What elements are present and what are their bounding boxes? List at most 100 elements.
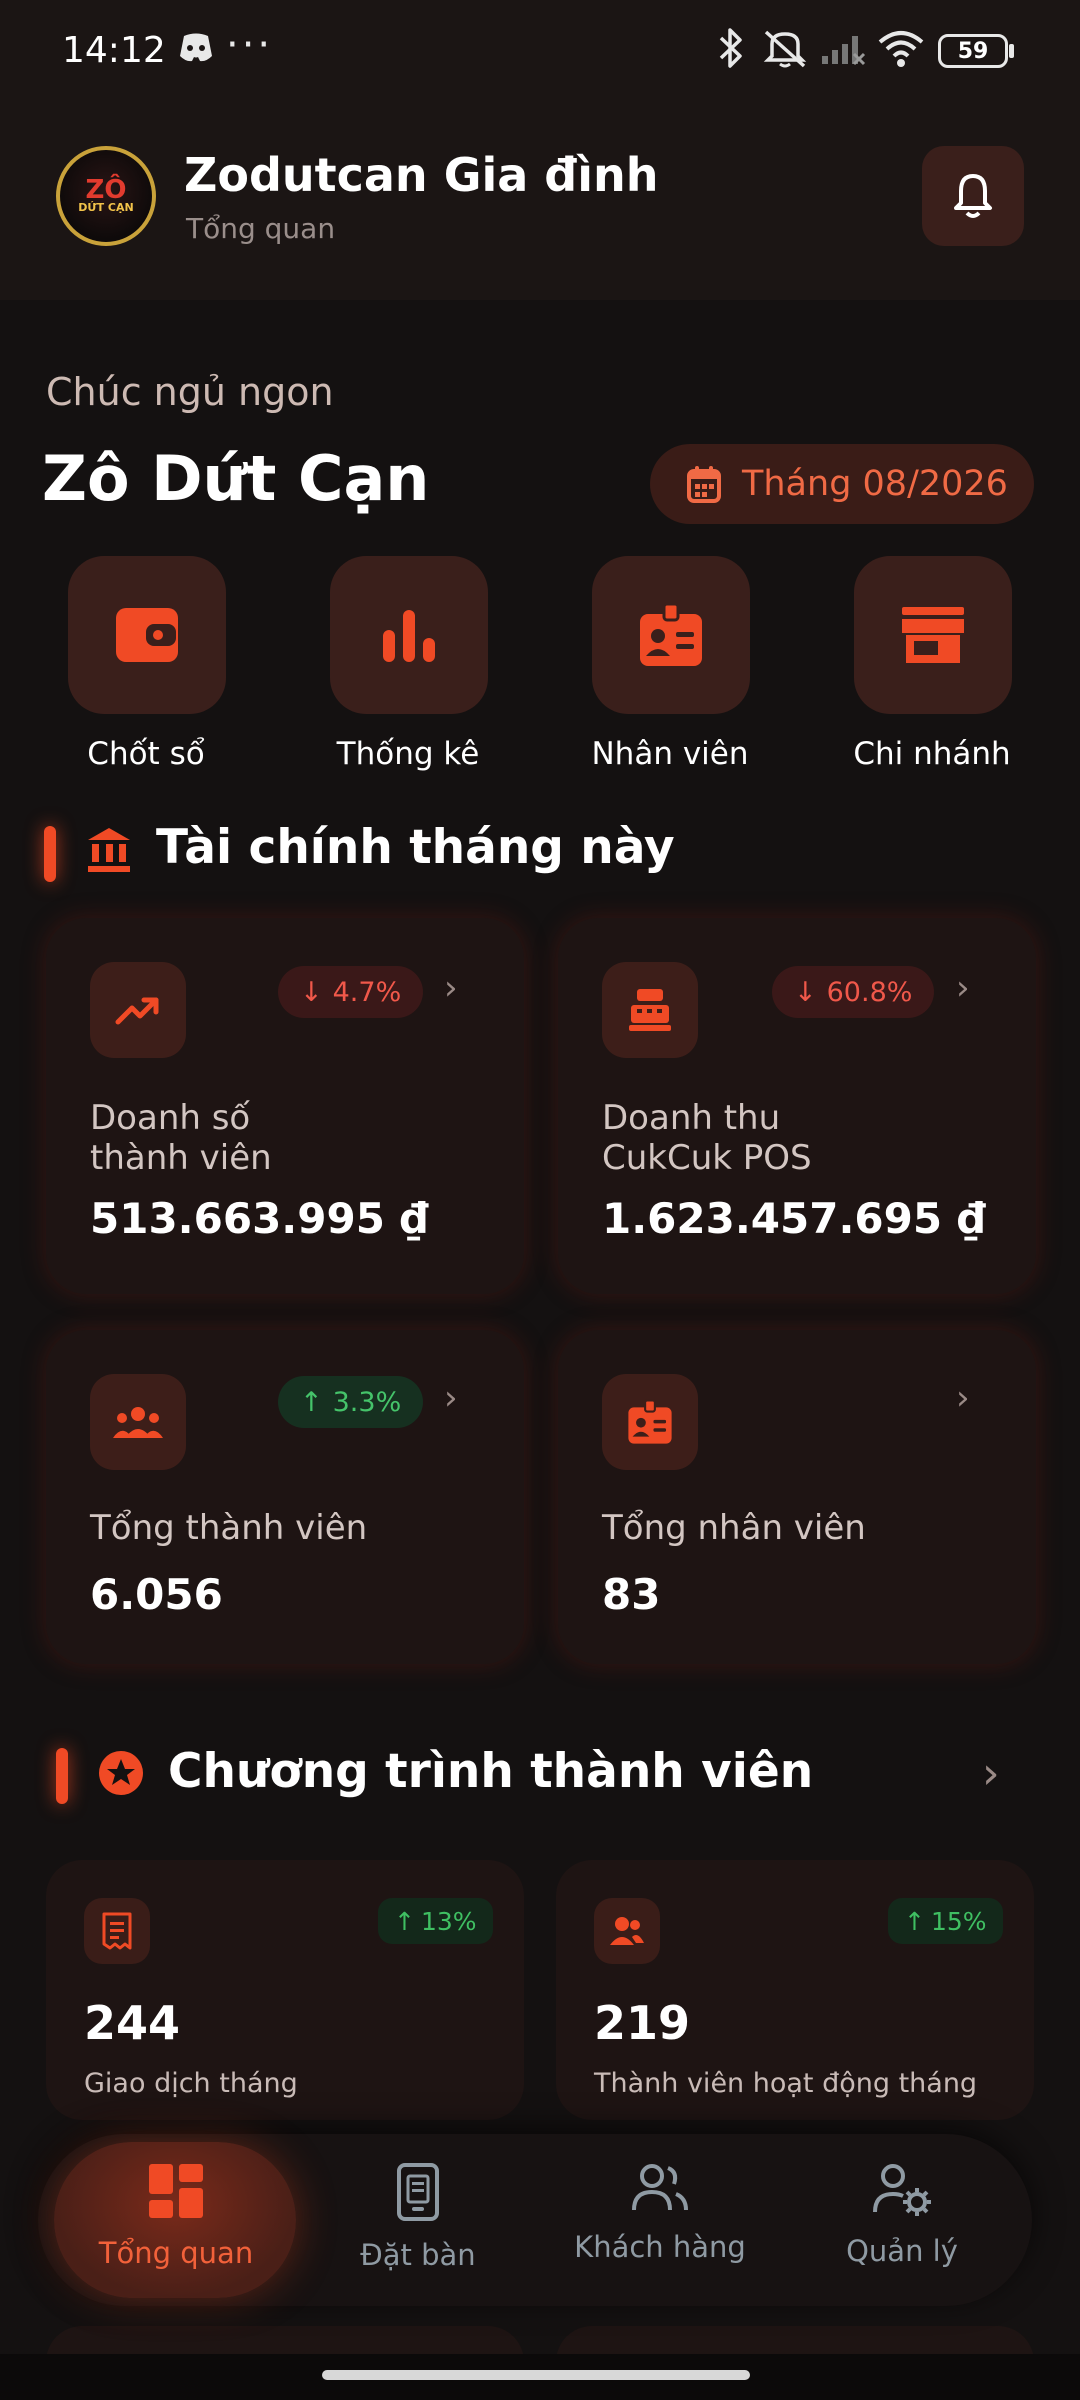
nav-item-manage[interactable]: Quản lý xyxy=(782,2162,1022,2268)
section-accent-bar xyxy=(44,826,56,882)
finance-card-pos-revenue[interactable]: ↓ 60.8% › Doanh thu CukCuk POS 1.623.457.6… xyxy=(558,918,1036,1294)
cash-register-icon xyxy=(629,989,671,1031)
star-badge-icon xyxy=(98,1750,144,1800)
program-see-all-chevron-icon[interactable]: › xyxy=(982,1748,1000,1799)
card-icon-box xyxy=(90,962,186,1058)
quick-action-label: Chốt sổ xyxy=(87,736,205,772)
calendar-icon xyxy=(687,466,721,503)
user-display-name: Zô Dứt Cạn xyxy=(42,442,430,515)
trend-value: 4.7% xyxy=(332,976,402,1008)
wifi-icon xyxy=(876,26,926,79)
month-label: Tháng 08/2026 xyxy=(742,464,1008,504)
section-accent-bar xyxy=(56,1748,68,1804)
group-icon xyxy=(113,1407,163,1438)
store-icon xyxy=(902,607,964,663)
finance-card-total-members[interactable]: ↑ 3.3% › Tổng thành viên 6.056 xyxy=(46,1330,524,1664)
arrow-down-icon: ↓ xyxy=(794,976,817,1008)
dashboard-icon xyxy=(149,2164,203,2218)
logo-subtext: DỨT CẠN xyxy=(78,201,134,214)
trending-up-icon xyxy=(115,997,159,1025)
trend-badge: ↑ 3.3% xyxy=(278,1376,424,1428)
arrow-up-icon: ↑ xyxy=(394,1906,415,1936)
bell-icon xyxy=(954,174,992,218)
quick-action-label: Thống kê xyxy=(336,736,480,772)
growth-value: 15% xyxy=(930,1906,987,1936)
booking-icon xyxy=(397,2163,439,2221)
quick-action-thong-ke[interactable] xyxy=(330,556,488,714)
mute-icon xyxy=(760,26,810,79)
card-icon-box xyxy=(602,962,698,1058)
home-indicator[interactable] xyxy=(322,2370,750,2380)
battery-icon: 59 xyxy=(938,34,1008,68)
arrow-up-icon: ↑ xyxy=(300,1386,323,1418)
nav-item-customers[interactable]: Khách hàng xyxy=(540,2162,780,2264)
nav-label: Khách hàng xyxy=(574,2230,746,2264)
bluetooth-icon xyxy=(716,26,746,79)
notifications-button[interactable] xyxy=(922,146,1024,246)
growth-badge: ↑ 15% xyxy=(888,1898,1003,1944)
receipt-icon xyxy=(102,1912,132,1950)
card-value: 6.056 xyxy=(90,1570,223,1619)
chevron-right-icon: › xyxy=(956,968,970,1008)
card-value: 83 xyxy=(602,1570,661,1619)
arrow-up-icon: ↑ xyxy=(904,1906,925,1936)
discord-icon xyxy=(176,30,216,74)
bank-icon xyxy=(86,826,132,878)
greeting-text: Chúc ngủ ngon xyxy=(46,370,334,414)
program-card-active-members[interactable]: ↑ 15% 219 Thành viên hoạt động tháng xyxy=(556,1860,1034,2120)
nav-label: Đặt bàn xyxy=(360,2238,476,2272)
finance-section-title: Tài chính tháng này xyxy=(156,820,675,875)
bar-chart-icon xyxy=(383,610,435,662)
chevron-right-icon: › xyxy=(956,1378,970,1418)
nav-item-booking[interactable]: Đặt bàn xyxy=(298,2162,538,2272)
customers-icon xyxy=(632,2164,688,2211)
nav-label: Quản lý xyxy=(846,2234,958,2268)
chevron-right-icon: › xyxy=(444,1378,458,1418)
status-time: 14:12 xyxy=(62,30,166,71)
quick-action-chot-so[interactable] xyxy=(68,556,226,714)
card-label: Tổng thành viên xyxy=(90,1508,368,1548)
program-card-transactions[interactable]: ↑ 13% 244 Giao dịch tháng xyxy=(46,1860,524,2120)
id-badge-icon xyxy=(640,602,702,666)
manage-icon xyxy=(873,2164,931,2216)
logo-text: ZÔ xyxy=(85,175,127,205)
trend-value: 60.8% xyxy=(826,976,913,1008)
battery-level: 59 xyxy=(957,38,989,64)
id-badge-icon xyxy=(628,1399,672,1444)
card-label: Doanh thu CukCuk POS xyxy=(602,1098,812,1178)
program-label: Thành viên hoạt động tháng xyxy=(594,2068,978,2099)
card-label: Tổng nhân viên xyxy=(602,1508,866,1548)
users-icon xyxy=(610,1917,644,1945)
growth-value: 13% xyxy=(420,1906,477,1936)
card-icon-box xyxy=(602,1374,698,1470)
program-value: 219 xyxy=(594,1996,691,2050)
card-value: 1.623.457.695 ₫ xyxy=(602,1194,986,1243)
card-label: Doanh số thành viên xyxy=(90,1098,272,1178)
growth-badge: ↑ 13% xyxy=(378,1898,493,1944)
trend-badge: ↓ 60.8% xyxy=(772,966,935,1018)
wallet-icon xyxy=(116,608,178,662)
quick-action-label: Nhân viên xyxy=(591,736,749,772)
nav-item-overview[interactable]: Tổng quan xyxy=(56,2162,296,2270)
quick-action-nhan-vien[interactable] xyxy=(592,556,750,714)
brand-logo: ZÔ DỨT CẠN xyxy=(56,146,156,246)
card-icon-box xyxy=(594,1898,660,1964)
chevron-right-icon: › xyxy=(444,968,458,1008)
month-selector[interactable]: Tháng 08/2026 xyxy=(650,444,1034,524)
card-value: 513.663.995 ₫ xyxy=(90,1194,429,1243)
app-title: Zodutcan Gia đình xyxy=(184,148,659,202)
program-section-title: Chương trình thành viên xyxy=(168,1744,814,1799)
signal-icon xyxy=(818,26,868,79)
nav-label: Tổng quan xyxy=(98,2236,254,2270)
battery-tip xyxy=(1009,44,1014,58)
finance-card-member-sales[interactable]: ↓ 4.7% › Doanh số thành viên 513.663.995 ₫ xyxy=(46,918,524,1294)
quick-action-chi-nhanh[interactable] xyxy=(854,556,1012,714)
finance-card-total-staff[interactable]: › Tổng nhân viên 83 xyxy=(558,1330,1036,1664)
trend-value: 3.3% xyxy=(332,1386,402,1418)
app-subtitle: Tổng quan xyxy=(186,212,336,245)
more-dots-icon: ··· xyxy=(226,22,274,68)
trend-badge: ↓ 4.7% xyxy=(278,966,424,1018)
quick-action-label: Chi nhánh xyxy=(853,736,1011,772)
program-value: 244 xyxy=(84,1996,181,2050)
card-icon-box xyxy=(90,1374,186,1470)
